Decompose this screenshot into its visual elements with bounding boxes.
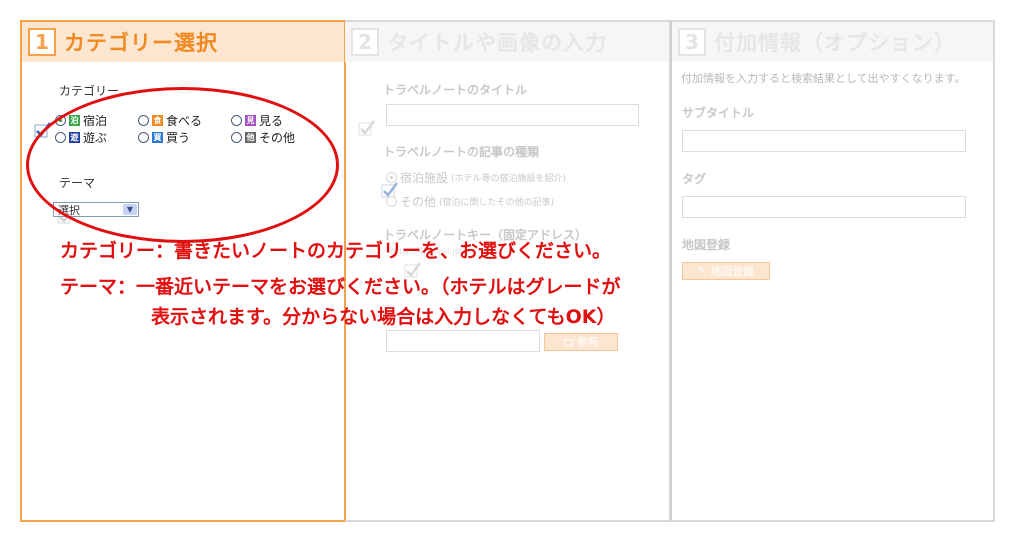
radio-type-other[interactable] xyxy=(386,196,397,207)
browse-button-label: 参照 xyxy=(576,336,599,349)
subtitle-label: サブタイトル xyxy=(682,106,755,120)
map-register-button[interactable]: ✎ 地図登録 xyxy=(682,262,770,280)
step3-title: 付加情報（オプション） xyxy=(714,31,956,55)
annotation-theme-line1: テーマ：一番近いテーマをお選びください。（ホテルはグレードが xyxy=(60,276,621,298)
type-option-lodging-label: 宿泊施設 xyxy=(400,171,449,185)
note-type-label: トラベルノートの記事の種類 xyxy=(383,145,540,159)
step1-header: 1 カテゴリー選択 xyxy=(22,22,344,62)
image-file-input[interactable] xyxy=(386,330,540,352)
type-option-other-note: (宿泊に関したその他の記事) xyxy=(439,198,555,208)
type-option-lodging-note: (ホテル等の宿泊施設を紹介) xyxy=(451,174,567,184)
radio-type-lodging[interactable] xyxy=(386,172,397,183)
type-option-other[interactable]: その他 (宿泊に関したその他の記事) xyxy=(386,193,554,210)
step1-panel: 1 カテゴリー選択 カテゴリー 泊 宿泊 食 食べる 見 見る 遊 遊ぶ 買 買… xyxy=(20,20,346,522)
optional-description: 付加情報を入力すると検索結果として出やすくなります。 xyxy=(681,72,966,85)
note-title-label: トラベルノートのタイトル xyxy=(383,83,528,97)
step2-title: タイトルや画像の入力 xyxy=(387,31,607,55)
step2-number: 2 xyxy=(351,28,379,56)
step2-header: 2 タイトルや画像の入力 xyxy=(345,22,669,62)
tag-label: タグ xyxy=(682,172,707,186)
step3-header: 3 付加情報（オプション） xyxy=(672,22,993,62)
note-title-input[interactable] xyxy=(386,104,639,126)
step1-number: 1 xyxy=(28,28,56,56)
type-option-other-label: その他 xyxy=(400,195,437,209)
step3-number: 3 xyxy=(678,28,706,56)
highlight-ellipse xyxy=(26,87,339,243)
pencil-icon: ✎ xyxy=(697,265,707,277)
annotation-category: カテゴリー：書きたいノートのカテゴリーを、お選びください。 xyxy=(60,240,612,262)
title-checkbox-icon xyxy=(358,120,376,136)
window-icon xyxy=(563,338,573,346)
type-option-lodging[interactable]: 宿泊施設 (ホテル等の宿泊施設を紹介) xyxy=(386,169,566,186)
annotation-theme-line2: 表示されます。分からない場合は入力しなくてもOK） xyxy=(151,306,616,328)
step2-panel: 2 タイトルや画像の入力 トラベルノートのタイトル トラベルノートの記事の種類 … xyxy=(345,20,671,522)
map-label: 地図登録 xyxy=(682,238,731,252)
tag-input[interactable] xyxy=(682,196,966,218)
map-register-button-label: 地図登録 xyxy=(710,265,755,278)
step1-title: カテゴリー選択 xyxy=(64,31,218,55)
browse-button[interactable]: 参照 xyxy=(544,333,618,351)
step3-panel: 3 付加情報（オプション） 付加情報を入力すると検索結果として出やすくなります。… xyxy=(670,20,995,522)
subtitle-input[interactable] xyxy=(682,130,966,152)
